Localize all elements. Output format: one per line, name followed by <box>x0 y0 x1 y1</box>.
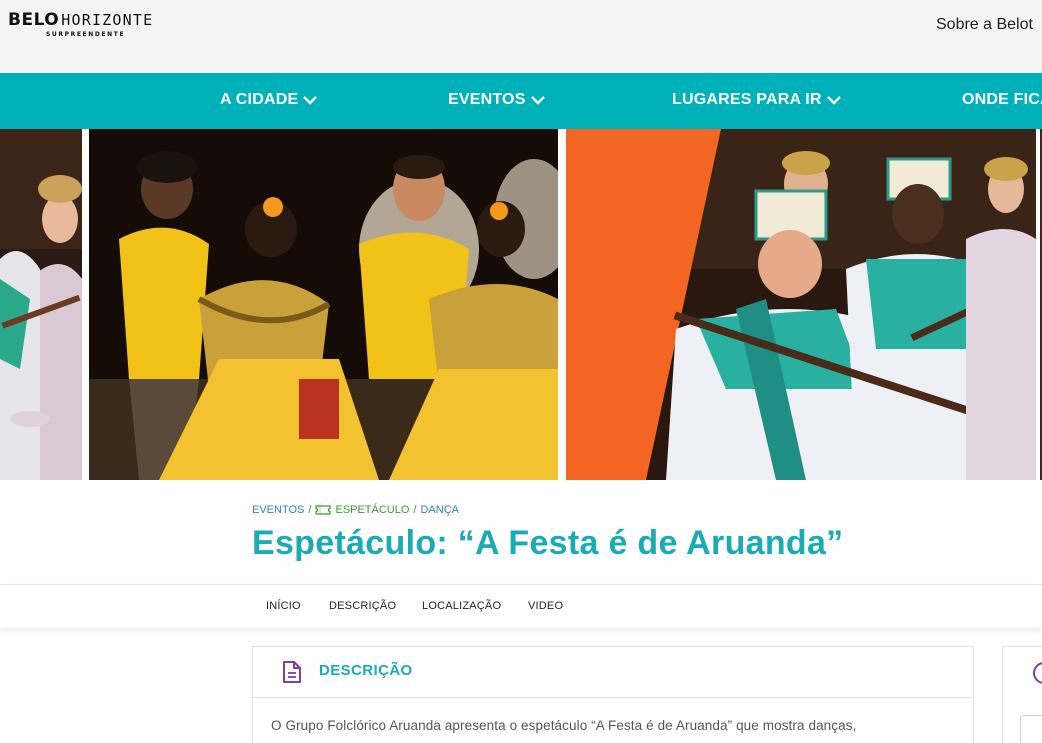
description-card: DESCRIÇÃO O Grupo Folclórico Aruanda apr… <box>252 646 974 743</box>
page-title: Espetáculo: “A Festa é de Aruanda” <box>252 524 844 562</box>
chevron-down-icon <box>530 96 545 105</box>
nav-item-a-cidade[interactable]: A CIDADE <box>220 91 318 109</box>
gallery-image-kings[interactable] <box>566 129 1036 480</box>
breadcrumb-eventos[interactable]: EVENTOS <box>252 504 304 516</box>
tab-video[interactable]: VIDEO <box>528 600 563 612</box>
nav-item-label: A CIDADE <box>220 91 299 108</box>
nav-item-label: EVENTOS <box>448 91 526 108</box>
top-link-sobre[interactable]: Sobre a Belot <box>936 16 1033 34</box>
festival-photo-left <box>0 129 82 480</box>
logo-tagline: SURPREENDENTE <box>46 31 126 38</box>
logo-main-text: BELO <box>8 10 60 30</box>
breadcrumb-espetaculo-label: ESPETÁCULO <box>335 504 410 516</box>
nav-item-label: ONDE FICA <box>962 91 1042 108</box>
info-card <box>1002 646 1042 743</box>
nav-item-eventos[interactable]: EVENTOS <box>448 91 546 109</box>
breadcrumb-separator: / <box>413 504 417 516</box>
document-icon <box>283 661 301 683</box>
festival-photo-yellow-dancers <box>89 129 558 480</box>
info-field[interactable] <box>1020 715 1042 743</box>
tab-descricao[interactable]: DESCRIÇÃO <box>329 600 396 612</box>
hero-gallery <box>0 129 1042 480</box>
chevron-down-icon <box>303 96 318 105</box>
nav-item-lugares[interactable]: LUGARES PARA IR <box>672 91 842 109</box>
festival-photo-kings <box>566 129 1036 480</box>
description-heading: DESCRIÇÃO <box>319 662 413 679</box>
info-icon <box>1033 662 1042 684</box>
chevron-down-icon <box>826 96 841 105</box>
breadcrumb-danca[interactable]: DANÇA <box>420 504 459 516</box>
logo-accent-text: HORIZONTE <box>61 11 154 29</box>
description-card-header: DESCRIÇÃO <box>253 647 973 698</box>
site-logo[interactable]: BELO HORIZONTE SURPREENDENTE <box>8 10 178 44</box>
main-navigation: A CIDADE EVENTOS LUGARES PARA IR ONDE FI… <box>0 73 1042 129</box>
breadcrumb-espetaculo[interactable]: ESPETÁCULO <box>315 504 409 516</box>
description-text: O Grupo Folclórico Aruanda apresenta o e… <box>271 718 857 733</box>
ticket-icon <box>315 505 332 515</box>
gallery-image-yellow-dancers[interactable] <box>89 129 558 480</box>
breadcrumb-separator: / <box>308 504 312 516</box>
top-header: BELO HORIZONTE SURPREENDENTE Sobre a Bel… <box>0 0 1042 73</box>
breadcrumb: EVENTOS / ESPETÁCULO / DANÇA <box>252 504 459 516</box>
nav-item-onde-ficar[interactable]: ONDE FICA <box>962 91 1042 109</box>
gallery-image-left[interactable] <box>0 129 82 480</box>
tab-localizacao[interactable]: LOCALIZAÇÃO <box>422 600 501 612</box>
section-tabs: INÍCIO DESCRIÇÃO LOCALIZAÇÃO VIDEO <box>0 584 1042 628</box>
nav-item-label: LUGARES PARA IR <box>672 91 822 108</box>
tab-inicio[interactable]: INÍCIO <box>266 600 301 612</box>
